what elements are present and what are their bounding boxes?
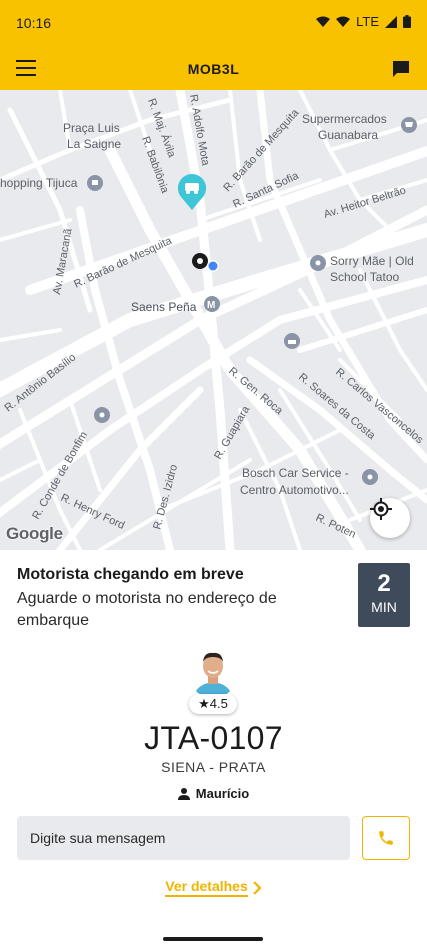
hotel-pin-icon [284, 333, 300, 349]
my-location-icon [370, 498, 392, 520]
car-model: SIENA - PRATA [161, 759, 266, 775]
details-link[interactable]: Ver detalhes [0, 878, 427, 897]
message-input[interactable] [17, 816, 350, 860]
my-location-button[interactable] [370, 498, 410, 538]
map-label: Centro Automotivo... [240, 483, 349, 497]
driver-name-row: Maurício [0, 786, 427, 801]
google-attribution: Google [6, 524, 63, 543]
map-label: Supermercados [302, 112, 387, 126]
chat-icon[interactable] [392, 60, 410, 78]
poi-pin-icon [310, 255, 326, 271]
ride-status-sheet: Motorista chegando em breve Aguarde o mo… [0, 550, 427, 950]
home-gesture-handle[interactable] [163, 937, 263, 941]
driver-name: Maurício [195, 786, 250, 801]
app-bar: MOB3L [0, 48, 427, 90]
eta-badge: 2 MIN [358, 563, 410, 627]
map-label: Saens Peña [131, 300, 197, 314]
shopping-pin-icon [87, 175, 103, 191]
metro-station-icon: M [204, 296, 220, 312]
arrival-title: Motorista chegando em breve [17, 566, 244, 583]
status-time: 10:16 [16, 15, 52, 31]
map-label: Praça Luis [63, 121, 120, 135]
eta-unit: MIN [371, 599, 397, 615]
wifi-icon [336, 16, 351, 27]
poi-pin-icon [362, 469, 378, 485]
map-label: School Tatoo [330, 270, 399, 284]
chevron-right-icon [252, 880, 262, 895]
app-title: MOB3L [187, 61, 240, 77]
car-plate: JTA-0107 [144, 720, 283, 756]
phone-icon [379, 831, 393, 845]
network-type: LTE [356, 14, 379, 29]
map-view[interactable]: Praça Luis La Saigne R. Maj. Ávila R. Ba… [0, 90, 427, 550]
arrival-subtitle: Aguarde o motorista no endereço de embar… [17, 590, 277, 629]
map-label: La Saigne [67, 137, 121, 151]
map-label: hopping Tijuca [0, 176, 78, 190]
svg-text:M: M [207, 300, 215, 311]
signal-icon [385, 15, 397, 28]
battery-icon [403, 15, 411, 28]
map-label: Sorry Mãe | Old [330, 254, 414, 268]
driver-rating: ★4.5 [189, 694, 237, 714]
map-canvas: Praça Luis La Saigne R. Maj. Ávila R. Ba… [0, 90, 427, 550]
person-icon [177, 787, 190, 800]
driver-avatar [188, 648, 238, 698]
status-icons: LTE [316, 14, 411, 29]
poi-pin-icon [94, 407, 110, 423]
status-bar: 10:16 LTE [0, 0, 427, 48]
wifi-icon [316, 16, 331, 27]
map-label: Guanabara [318, 128, 378, 142]
system-nav-bar [0, 920, 427, 950]
details-link-label: Ver detalhes [165, 878, 248, 897]
call-driver-button[interactable] [362, 816, 410, 860]
map-label: Bosch Car Service - [242, 466, 349, 480]
cart-pin-icon [401, 117, 417, 133]
eta-value: 2 [377, 570, 391, 597]
